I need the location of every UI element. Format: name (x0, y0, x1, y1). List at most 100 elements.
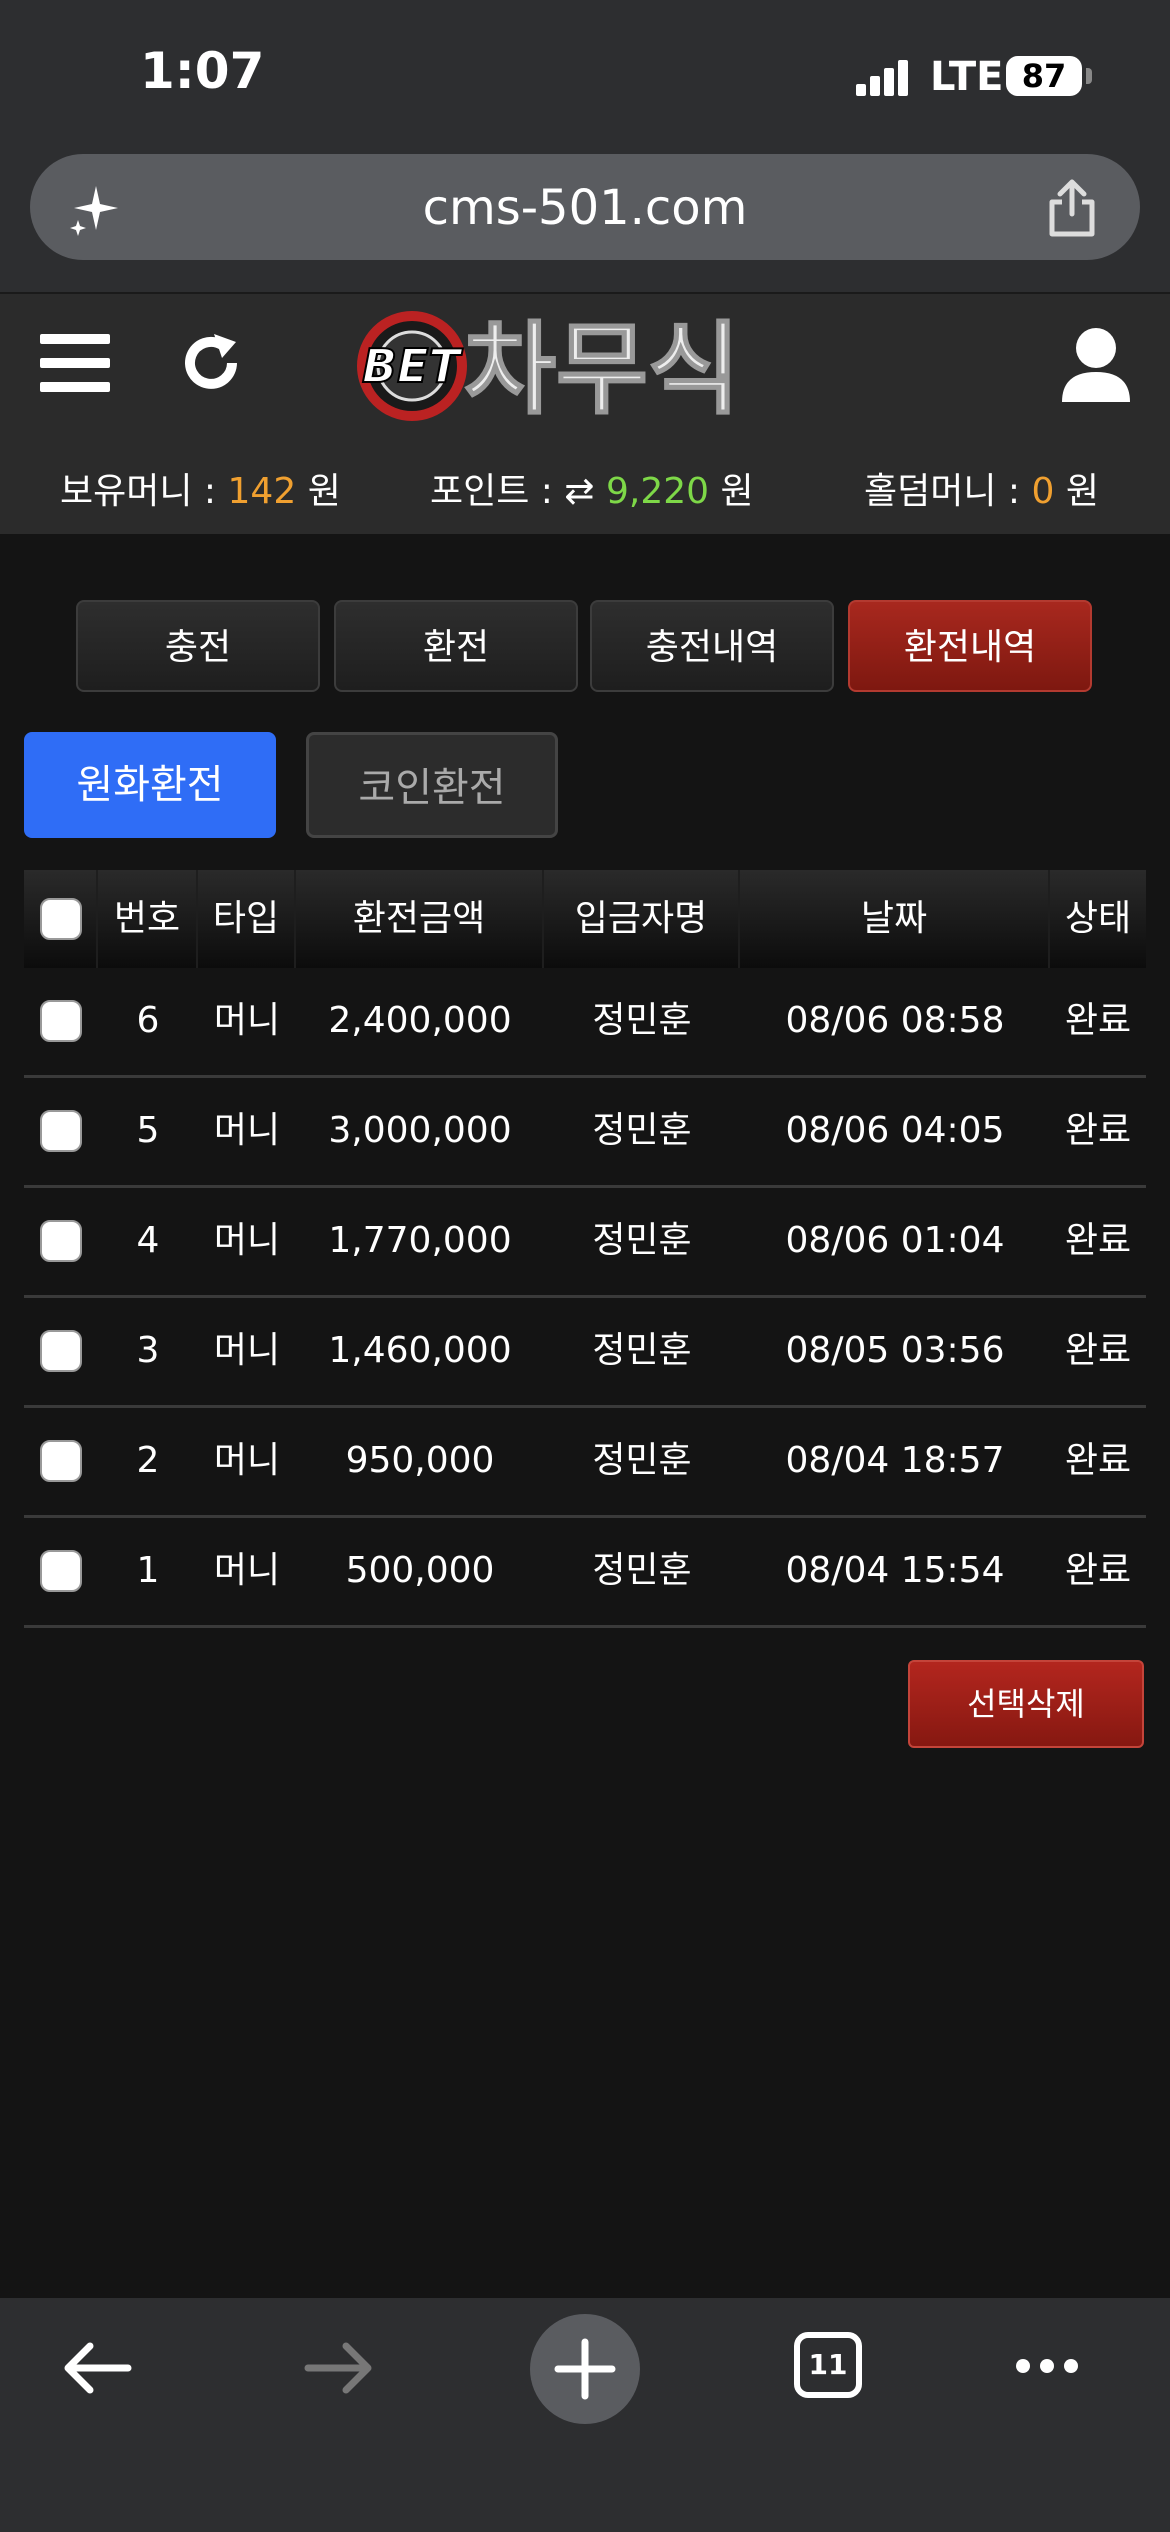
row-number: 2 (136, 1440, 160, 1481)
row-depositor: 정민훈 (592, 1110, 692, 1151)
row-number: 3 (136, 1330, 160, 1371)
user-icon[interactable] (1058, 324, 1134, 404)
select-all-checkbox[interactable] (40, 898, 82, 940)
row-status: 완료 (1064, 1220, 1132, 1261)
address-bar[interactable]: cms-501.com (30, 154, 1140, 260)
header-depositor: 입금자명 (544, 870, 740, 968)
holdem-unit: 원 (1065, 471, 1099, 512)
site-logo[interactable]: BET 차무식 (352, 306, 802, 426)
row-amount: 950,000 (345, 1440, 495, 1481)
row-checkbox[interactable] (40, 1220, 82, 1262)
row-date: 08/06 01:04 (785, 1220, 1005, 1261)
table-header: 번호 타입 환전금액 입금자명 날짜 상태 (24, 870, 1146, 968)
row-number: 5 (136, 1110, 160, 1151)
point-unit: 원 (720, 471, 754, 512)
header-date: 날짜 (740, 870, 1050, 968)
svg-text:BET: BET (362, 339, 463, 393)
table-row: 5 머니 3,000,000 정민훈 08/06 04:05 완료 (24, 1078, 1146, 1188)
tab-deposit[interactable]: 충전 (76, 600, 320, 692)
tab-withdraw[interactable]: 환전 (334, 600, 578, 692)
row-checkbox[interactable] (40, 1000, 82, 1042)
delete-selected-button[interactable]: 선택삭제 (908, 1660, 1144, 1748)
row-amount: 2,400,000 (328, 1000, 512, 1041)
row-amount: 1,460,000 (328, 1330, 512, 1371)
menu-icon[interactable] (40, 334, 110, 394)
point-label: 포인트 : (430, 471, 553, 512)
header-status: 상태 (1064, 898, 1132, 939)
row-checkbox[interactable] (40, 1550, 82, 1592)
subtab-krw-withdraw[interactable]: 원화환전 (24, 732, 276, 838)
row-date: 08/05 03:56 (785, 1330, 1005, 1371)
header-amount: 환전금액 (296, 870, 544, 968)
row-amount: 500,000 (345, 1550, 495, 1591)
row-number: 6 (136, 1000, 160, 1041)
row-type: 머니 (213, 1330, 281, 1371)
row-checkbox[interactable] (40, 1330, 82, 1372)
header-number: 번호 (98, 870, 198, 968)
tab-deposit-history[interactable]: 충전내역 (590, 600, 834, 692)
row-number: 1 (136, 1550, 160, 1591)
subtab-coin-withdraw[interactable]: 코인환전 (306, 732, 558, 838)
row-checkbox[interactable] (40, 1440, 82, 1482)
battery-tip (1086, 68, 1092, 84)
point-balance[interactable]: 포인트 : ⇄ 9,220 원 (430, 462, 754, 514)
row-type: 머니 (213, 1220, 281, 1261)
row-depositor: 정민훈 (592, 1220, 692, 1261)
share-icon[interactable] (1044, 178, 1100, 238)
balance-money: 보유머니 : 142 원 (60, 462, 341, 514)
forward-arrow-icon[interactable] (304, 2338, 376, 2398)
header-checkbox-cell (24, 870, 98, 968)
balance-label: 보유머니 : (60, 471, 217, 512)
row-type: 머니 (213, 1550, 281, 1591)
refresh-icon[interactable] (176, 328, 246, 398)
row-status: 완료 (1064, 1110, 1132, 1151)
holdem-label: 홀덤머니 : (864, 471, 1021, 512)
browser-toolbar: 11 (0, 2298, 1170, 2532)
row-amount: 1,770,000 (328, 1220, 512, 1261)
back-arrow-icon[interactable] (60, 2338, 132, 2398)
row-number: 4 (136, 1220, 160, 1261)
plus-icon (554, 2338, 616, 2400)
svg-text:차무식: 차무식 (464, 311, 740, 426)
row-date: 08/04 15:54 (785, 1550, 1005, 1591)
row-date: 08/06 04:05 (785, 1110, 1005, 1151)
table-row: 2 머니 950,000 정민훈 08/04 18:57 완료 (24, 1408, 1146, 1518)
exchange-arrows-icon[interactable]: ⇄ (564, 471, 594, 512)
row-status: 완료 (1064, 1550, 1132, 1591)
row-type: 머니 (213, 1110, 281, 1151)
point-value: 9,220 (606, 471, 710, 512)
holdem-money: 홀덤머니 : 0 원 (864, 462, 1099, 514)
url-text[interactable]: cms-501.com (30, 180, 1140, 236)
row-type: 머니 (213, 1000, 281, 1041)
row-status: 완료 (1064, 1440, 1132, 1481)
new-tab-button[interactable] (530, 2314, 640, 2424)
row-depositor: 정민훈 (592, 1440, 692, 1481)
row-depositor: 정민훈 (592, 1000, 692, 1041)
status-time: 1:07 (140, 42, 265, 100)
network-type: LTE (930, 54, 1004, 100)
row-amount: 3,000,000 (328, 1110, 512, 1151)
balance-unit: 원 (307, 471, 341, 512)
table-row: 4 머니 1,770,000 정민훈 08/06 01:04 완료 (24, 1188, 1146, 1298)
row-depositor: 정민훈 (592, 1550, 692, 1591)
signal-icon (856, 60, 910, 96)
row-depositor: 정민훈 (592, 1330, 692, 1371)
row-type: 머니 (213, 1440, 281, 1481)
balance-value: 142 (227, 471, 297, 512)
site-header: BET 차무식 보유머니 : 142 원 포인트 : ⇄ 9,220 원 홀덤머… (0, 292, 1170, 534)
row-checkbox[interactable] (40, 1110, 82, 1152)
status-bar: 1:07 LTE 87 (0, 0, 1170, 150)
battery-icon: 87 (1006, 56, 1082, 96)
row-status: 완료 (1064, 1000, 1132, 1041)
row-date: 08/04 18:57 (785, 1440, 1005, 1481)
header-type: 타입 (198, 870, 296, 968)
table-row: 1 머니 500,000 정민훈 08/04 15:54 완료 (24, 1518, 1146, 1628)
tabs-button[interactable]: 11 (794, 2332, 862, 2398)
table-row: 6 머니 2,400,000 정민훈 08/06 08:58 완료 (24, 968, 1146, 1078)
holdem-value: 0 (1031, 471, 1055, 512)
more-icon[interactable] (1016, 2358, 1088, 2377)
row-date: 08/06 08:58 (785, 1000, 1005, 1041)
table-row: 3 머니 1,460,000 정민훈 08/05 03:56 완료 (24, 1298, 1146, 1408)
row-status: 완료 (1064, 1330, 1132, 1371)
tab-withdraw-history[interactable]: 환전내역 (848, 600, 1092, 692)
